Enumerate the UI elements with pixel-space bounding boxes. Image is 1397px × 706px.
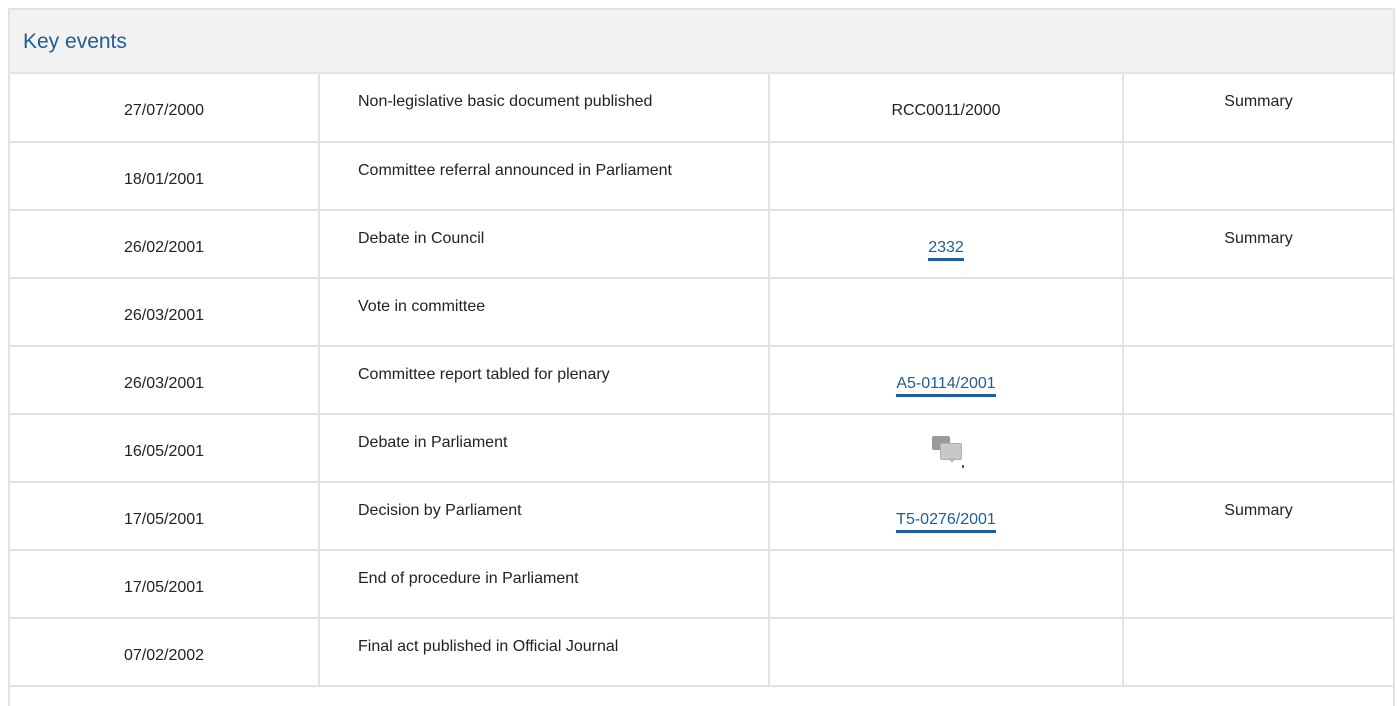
summary-cell: Summary — [1123, 210, 1393, 279]
reference-link[interactable]: 2332 — [928, 239, 964, 261]
reference-text: RCC0011/2000 — [891, 102, 1001, 119]
table-row: 26/03/2001 Vote in committee — [10, 278, 1393, 347]
table-row: 07/02/2002 Final act published in Offici… — [10, 618, 1393, 687]
event-description: Vote in committee — [319, 278, 770, 347]
event-date: 16/05/2001 — [10, 414, 320, 483]
reference-link[interactable]: A5-0114/2001 — [896, 375, 996, 397]
event-reference: 2332 — [769, 210, 1124, 279]
reference-link[interactable]: T5-0276/2001 — [896, 511, 996, 533]
panel-title: Key events — [23, 29, 127, 53]
event-description: Debate in Council — [319, 210, 770, 279]
event-date: 07/02/2002 — [10, 618, 320, 687]
table-row: 16/05/2001 Debate in Parliament — [10, 414, 1393, 483]
panel-header: Key events — [10, 10, 1393, 74]
event-description: Decision by Parliament — [319, 482, 770, 551]
event-date: 26/03/2001 — [10, 346, 320, 415]
event-description: Committee report tabled for plenary — [319, 346, 770, 415]
table-row: 26/02/2001 Debate in Council 2332 Summar… — [10, 210, 1393, 279]
key-events-panel: Key events 27/07/2000 Non-legislative ba… — [8, 8, 1395, 706]
event-description: Non-legislative basic document published — [319, 74, 770, 143]
event-date: 17/05/2001 — [10, 550, 320, 619]
summary-cell: Summary — [1123, 74, 1393, 143]
event-reference: RCC0011/2000 — [769, 74, 1124, 143]
summary-cell — [1123, 414, 1393, 483]
event-reference — [769, 618, 1124, 687]
event-reference: A5-0114/2001 — [769, 346, 1124, 415]
summary-cell — [1123, 618, 1393, 687]
table-row: 27/07/2000 Non-legislative basic documen… — [10, 74, 1393, 143]
event-reference — [769, 142, 1124, 211]
key-events-table: 27/07/2000 Non-legislative basic documen… — [10, 74, 1393, 687]
event-description: End of procedure in Parliament — [319, 550, 770, 619]
event-date: 18/01/2001 — [10, 142, 320, 211]
summary-cell — [1123, 278, 1393, 347]
summary-cell: Summary — [1123, 482, 1393, 551]
event-reference — [769, 414, 1124, 483]
event-reference: T5-0276/2001 — [769, 482, 1124, 551]
event-date: 27/07/2000 — [10, 74, 320, 143]
event-description: Committee referral announced in Parliame… — [319, 142, 770, 211]
table-row: 17/05/2001 Decision by Parliament T5-027… — [10, 482, 1393, 551]
table-row: 17/05/2001 End of procedure in Parliamen… — [10, 550, 1393, 619]
event-reference — [769, 550, 1124, 619]
event-reference — [769, 278, 1124, 347]
event-date: 26/02/2001 — [10, 210, 320, 279]
summary-cell — [1123, 346, 1393, 415]
event-date: 26/03/2001 — [10, 278, 320, 347]
summary-cell — [1123, 142, 1393, 211]
event-description: Debate in Parliament — [319, 414, 770, 483]
table-row: 18/01/2001 Committee referral announced … — [10, 142, 1393, 211]
event-description: Final act published in Official Journal — [319, 618, 770, 687]
table-row: 26/03/2001 Committee report tabled for p… — [10, 346, 1393, 415]
event-date: 17/05/2001 — [10, 482, 320, 551]
summary-cell — [1123, 550, 1393, 619]
debate-speech-bubbles-icon[interactable] — [928, 434, 964, 468]
